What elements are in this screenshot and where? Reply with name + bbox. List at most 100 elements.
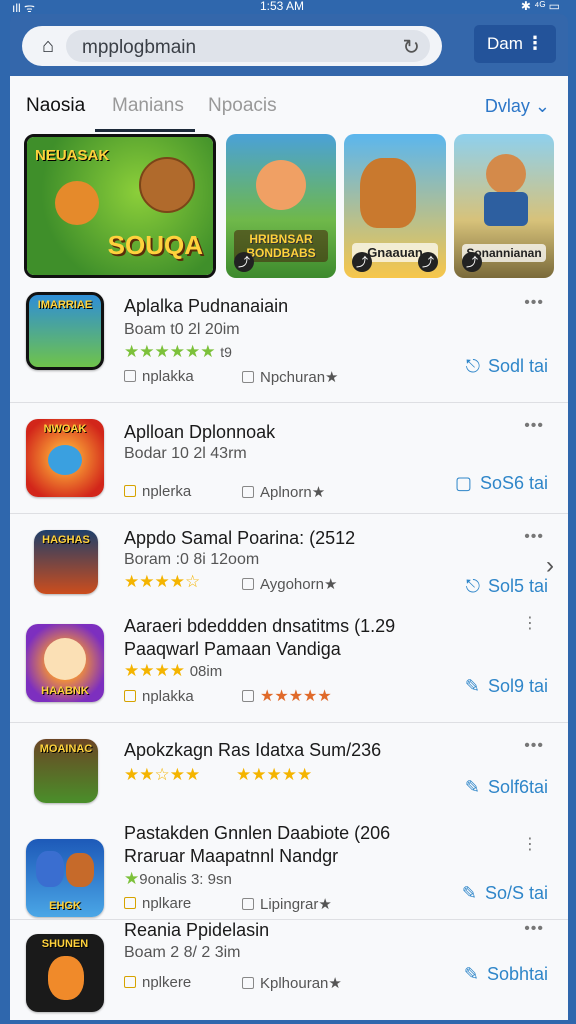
character-icon	[44, 638, 86, 680]
tab-underline	[95, 129, 195, 132]
tab-bar: Naosia Manians Npoacis Dvlay ⌄	[10, 76, 568, 134]
rating-stars: ★9onalis 3: 9sn	[124, 869, 232, 888]
meta-publisher: nplkare	[124, 895, 191, 912]
featured-banners: NEUASAK SOUQA HRIBNSAR BONDBABS ⤴ Gnaaua…	[10, 134, 568, 282]
app-icon-label: HAGHAS	[42, 534, 90, 546]
edit-icon: ✎	[464, 676, 480, 696]
list-item[interactable]: IMARRIAE Aplalka Pudnanaiain Boam t0 2l …	[10, 286, 568, 402]
character-icon	[48, 445, 82, 475]
meta-category: Kplhouran★	[242, 974, 342, 992]
more-vertical-icon[interactable]: ⋮	[522, 837, 538, 853]
status-time: 1:53 AM	[260, 0, 305, 13]
banner-card[interactable]: NEUASAK SOUQA	[24, 134, 216, 278]
sort-dropdown[interactable]: Dvlay ⌄	[485, 96, 550, 117]
install-button[interactable]: ⎋ Sol5 tai	[466, 576, 548, 597]
list-item[interactable]: EHGK Pastakden Gnnlen Daabiote (206 Rrar…	[10, 819, 568, 919]
meta-category: Lipingrar★	[242, 895, 332, 913]
meta-publisher: nplkere	[124, 974, 191, 991]
link-icon: ⎋	[465, 576, 480, 596]
banner-title: SOUQA	[107, 230, 203, 260]
character-icon	[36, 851, 64, 887]
app-name-line2: Paaqwarl Pamaan Vandiga	[124, 639, 341, 659]
app-name: Aplalka Pudnanaiain	[124, 296, 289, 316]
app-icon-label: IMARRIAE	[37, 299, 93, 311]
edit-icon: ✎	[463, 964, 479, 984]
chat-icon: ▢	[454, 473, 472, 493]
app-icon-label: SHUNEN	[41, 938, 89, 950]
app-subtitle: Boram :0 8i 12oom	[124, 551, 260, 568]
share-icon[interactable]: ⤴	[234, 252, 254, 272]
app-icon-label: NWOAK	[43, 423, 87, 435]
more-icon[interactable]: •••	[524, 294, 544, 312]
menu-button-label: Dam	[487, 34, 523, 53]
browser-header: ⌂ mpplogbmain ↻ Dam ⋮	[10, 14, 568, 76]
rating-stars: ★★☆★★	[124, 765, 201, 784]
character-icon	[139, 157, 195, 213]
list-item[interactable]: MOAINAC Apokzkagn Ras Idatxa Sum/236 ★★☆…	[10, 723, 568, 819]
rating-stars: ★★★★★★ t9	[124, 342, 232, 361]
app-icon-label: MOAINAC	[39, 743, 93, 755]
rating-stars: ★★★★☆	[124, 572, 201, 591]
list-item[interactable]: HAGHAS Appdo Samal Poarina: (2512 Boram …	[10, 514, 568, 610]
reload-icon[interactable]: ↻	[402, 35, 420, 60]
more-icon[interactable]: •••	[524, 417, 544, 435]
install-button[interactable]: ▢ SoS6 tai	[455, 473, 548, 494]
app-subtitle: Boam 2 8/ 2 3im	[124, 944, 241, 961]
more-icon[interactable]: •••	[524, 920, 544, 938]
more-icon[interactable]: •••	[524, 528, 544, 546]
menu-button[interactable]: Dam ⋮	[474, 25, 556, 63]
status-bar: ıll ᯤ 1:53 AM ✱ ⁴ᴳ ▭	[0, 0, 576, 15]
tab-npoacis[interactable]: Npoacis	[208, 95, 277, 117]
app-icon-label: HAABNK	[41, 685, 89, 697]
app-name: Apokzkagn Ras Idatxa Sum/236	[124, 740, 382, 760]
character-icon	[256, 160, 306, 210]
edit-icon: ✎	[461, 883, 477, 903]
app-name: Appdo Samal Poarina: (2512	[124, 528, 356, 548]
app-icon-label: EHGK	[49, 900, 81, 912]
meta-category: Npchuran★	[242, 368, 339, 386]
more-vertical-icon[interactable]: ⋮	[522, 616, 538, 632]
main-card: Naosia Manians Npoacis Dvlay ⌄ NEUASAK S…	[10, 76, 568, 1020]
install-button[interactable]: ✎ So/S tai	[462, 883, 548, 904]
install-button[interactable]: ✎ Sol9 tai	[465, 676, 548, 697]
app-subtitle: Boam t0 2l 20im	[124, 321, 240, 338]
list-item[interactable]: SHUNEN Reania Ppidelasin Boam 2 8/ 2 3im…	[10, 920, 568, 1020]
list-item[interactable]: NWOAK Aplloan Dplonnoak Bodar 10 2l 43rm…	[10, 403, 568, 513]
app-name: Reania Ppidelasin	[124, 920, 270, 940]
banner-card[interactable]: Gnaauan ⤴ ⤴	[344, 134, 446, 278]
url-bar[interactable]: ⌂ mpplogbmain ↻	[22, 26, 442, 66]
share-icon[interactable]: ⤴	[352, 252, 372, 272]
meta-publisher: nplerka	[124, 483, 191, 500]
meta-rating: ★★★★★	[242, 686, 332, 706]
edit-icon: ✎	[464, 777, 480, 797]
list-item[interactable]: HAABNK Aaraeri bdeddden dnsatitms (1.29 …	[10, 610, 568, 720]
character-icon	[66, 853, 94, 887]
banner-card[interactable]: HRIBNSAR BONDBABS ⤴	[226, 134, 336, 278]
app-name: Aaraeri bdeddden dnsatitms (1.29	[124, 616, 396, 636]
install-button[interactable]: ⎋ Sodl tai	[466, 356, 548, 377]
character-icon	[48, 956, 84, 1000]
share-icon[interactable]: ⤴	[462, 252, 482, 272]
banner-top-text: NEUASAK	[35, 147, 110, 164]
rating-stars: ★★★★ 08im	[124, 661, 223, 680]
app-name-line2: Rraruar Maapatnnl Nandgr	[124, 846, 339, 866]
rating-stars: ★★★★★	[236, 765, 313, 784]
character-icon	[55, 181, 99, 225]
install-button[interactable]: ✎ Solf6tai	[465, 777, 548, 798]
kebab-menu-icon: ⋮	[526, 33, 544, 53]
app-subtitle: Bodar 10 2l 43rm	[124, 445, 247, 462]
url-input[interactable]: mpplogbmain ↻	[66, 30, 430, 62]
app-icon: HAABNK	[26, 624, 104, 702]
tab-naosia[interactable]: Naosia	[26, 95, 85, 117]
app-icon: SHUNEN	[26, 934, 104, 1012]
app-icon: MOAINAC	[34, 739, 98, 803]
install-button[interactable]: ✎ Sobhtai	[464, 964, 548, 985]
tab-manians[interactable]: Manians	[112, 95, 184, 117]
app-icon: EHGK	[26, 839, 104, 917]
more-icon[interactable]: •••	[524, 737, 544, 755]
share-icon[interactable]: ⤴	[418, 252, 438, 272]
banner-card[interactable]: Sonannianan ⤴	[454, 134, 554, 278]
status-icons: ✱ ⁴ᴳ ▭	[520, 0, 560, 13]
home-icon[interactable]: ⌂	[36, 34, 60, 58]
url-text: mpplogbmain	[82, 37, 197, 58]
